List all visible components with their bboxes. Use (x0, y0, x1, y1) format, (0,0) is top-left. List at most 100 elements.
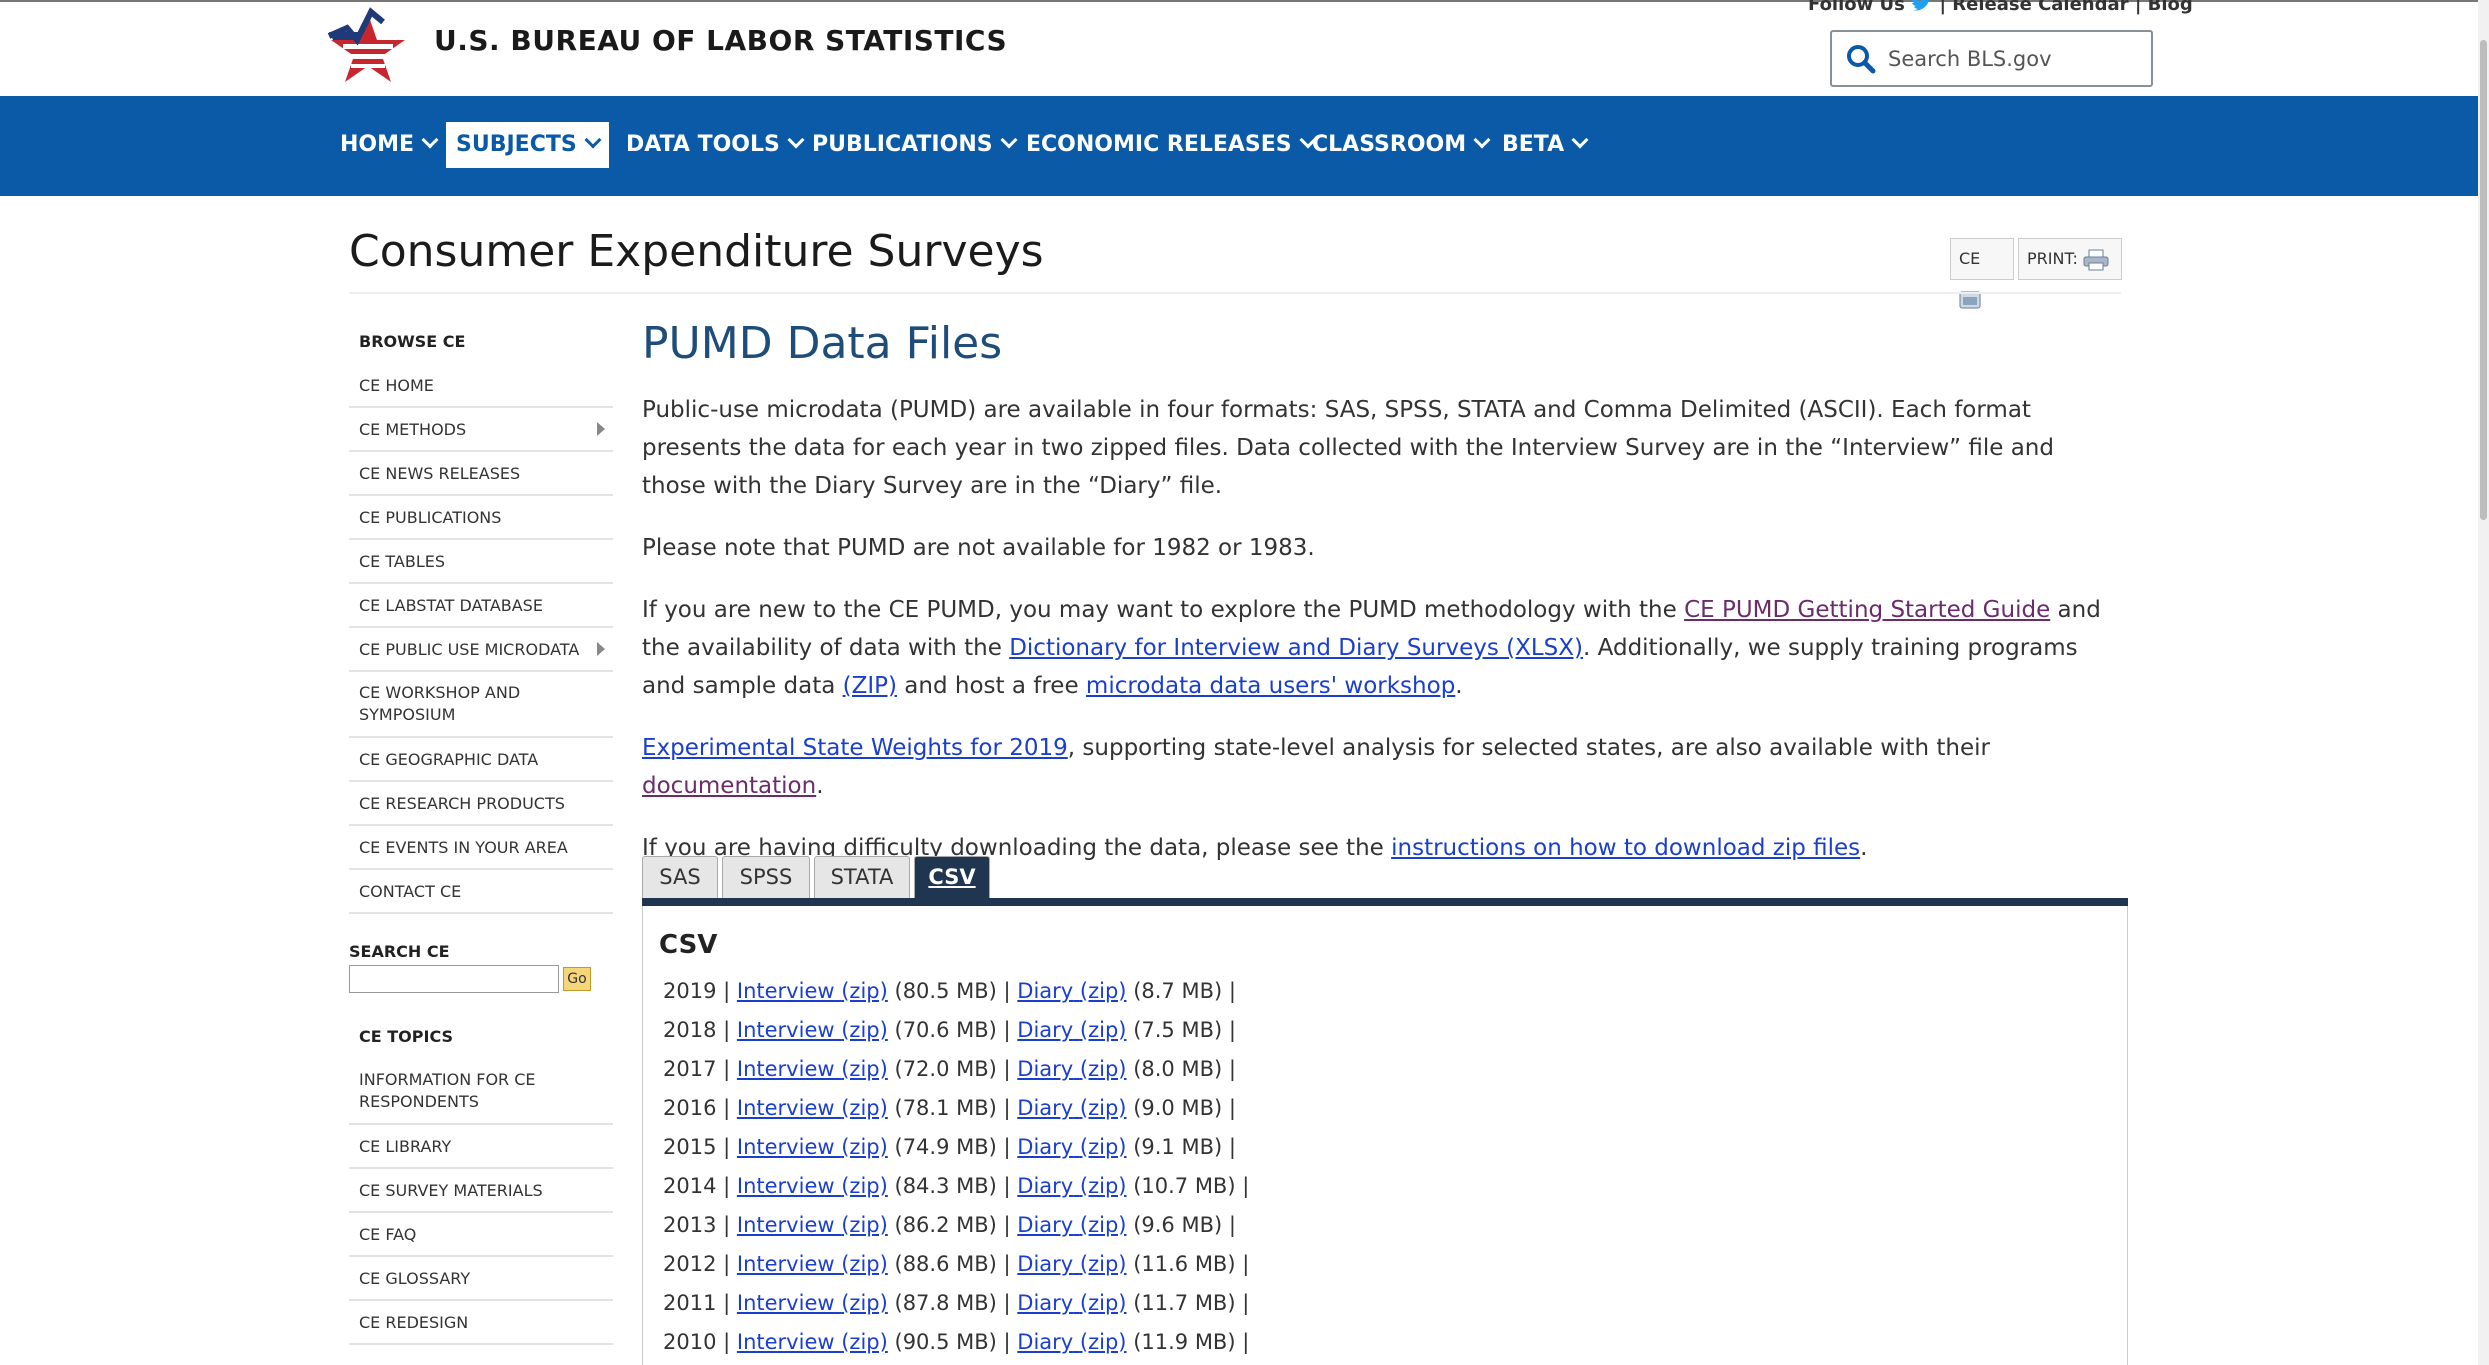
sidebar-item-label: CE HOME (359, 375, 434, 395)
nav-home[interactable]: HOME (330, 122, 446, 168)
tab-stata[interactable]: STATA (814, 856, 910, 898)
link-text: (zip) (841, 979, 888, 1003)
sidebar-item-ce-publications[interactable]: CE PUBLICATIONS (349, 496, 613, 540)
nav-classroom[interactable]: CLASSROOM (1302, 122, 1498, 168)
sidebar-item-ce-events[interactable]: CE EVENTS IN YOUR AREA (349, 826, 613, 870)
diary-zip-link[interactable]: Diary (zip) (1017, 1057, 1126, 1081)
search-input[interactable] (1888, 42, 2138, 76)
download-row: 2011 | Interview (zip) (87.8 MB) | Diary… (663, 1291, 1250, 1315)
link-text: Diary (1017, 1330, 1074, 1354)
sidebar-item-ce-methods[interactable]: CE METHODS (349, 408, 613, 452)
site-search[interactable] (1830, 30, 2153, 87)
interview-zip-link[interactable]: Interview (zip) (737, 1057, 888, 1081)
dictionary-link[interactable]: Dictionary for Interview and Diary Surve… (1009, 635, 1583, 661)
sidebar-item-ce-labstat[interactable]: CE LABSTAT DATABASE (349, 584, 613, 628)
sidebar-item-ce-public-use-microdata[interactable]: CE PUBLIC USE MICRODATA (349, 628, 613, 672)
nav-publications[interactable]: PUBLICATIONS (802, 122, 1025, 168)
interview-zip-link[interactable]: Interview (zip) (737, 1330, 888, 1354)
title-divider (349, 292, 2121, 294)
search-ce-go-button[interactable]: Go (563, 967, 591, 991)
sidebar-item-ce-library[interactable]: CE LIBRARY (349, 1125, 613, 1169)
pumd-heading: PUMD Data Files (642, 318, 1003, 369)
scrollbar-thumb[interactable] (2480, 40, 2487, 520)
page-scrollbar[interactable] (2478, 0, 2489, 1365)
nav-beta[interactable]: BETA (1492, 122, 1596, 168)
interview-zip-link[interactable]: Interview (zip) (737, 1135, 888, 1159)
sidebar-item-ce-home[interactable]: CE HOME (349, 364, 613, 408)
release-calendar-link[interactable]: Release Calendar (1952, 0, 2128, 15)
sidebar-item-ce-news-releases[interactable]: CE NEWS RELEASES (349, 452, 613, 496)
nav-economic-releases[interactable]: ECONOMIC RELEASES (1016, 122, 1324, 168)
sidebar-item-info-respondents[interactable]: INFORMATION FOR CE RESPONDENTS (349, 1059, 613, 1125)
nav-label: SUBJECTS (456, 132, 577, 157)
interview-zip-link[interactable]: Interview (zip) (737, 1174, 888, 1198)
nav-data-tools[interactable]: DATA TOOLS (616, 122, 812, 168)
interview-zip-link[interactable]: Interview (zip) (737, 979, 888, 1003)
follow-us-link[interactable]: Follow Us (1808, 0, 1905, 15)
diary-zip-link[interactable]: Diary (zip) (1017, 1018, 1126, 1042)
interview-size: (90.5 MB) (894, 1330, 997, 1354)
sidebar-item-ce-research-products[interactable]: CE RESEARCH PRODUCTS (349, 782, 613, 826)
print-button[interactable]: PRINT: (2018, 238, 2122, 280)
browse-ce-heading: BROWSE CE (359, 332, 466, 351)
diary-size: (11.7 MB) (1133, 1291, 1236, 1315)
diary-zip-link[interactable]: Diary (zip) (1017, 1174, 1126, 1198)
nav-label: CLASSROOM (1312, 132, 1467, 157)
search-ce-input[interactable] (349, 965, 559, 993)
printer-icon (2083, 249, 2109, 270)
twitter-icon[interactable] (1911, 0, 1933, 14)
sidebar-item-label: CE FAQ (359, 1224, 417, 1244)
link-text: Diary (1017, 1252, 1074, 1276)
link-text: (zip) (841, 1174, 888, 1198)
diary-zip-link[interactable]: Diary (zip) (1017, 1096, 1126, 1120)
getting-started-guide-link[interactable]: CE PUMD Getting Started Guide (1684, 597, 2050, 623)
link-text: (zip) (1079, 1018, 1127, 1042)
sidebar-item-ce-glossary[interactable]: CE GLOSSARY (349, 1257, 613, 1301)
download-row: 2015 | Interview (zip) (74.9 MB) | Diary… (663, 1135, 1236, 1159)
diary-zip-link[interactable]: Diary (zip) (1017, 1252, 1126, 1276)
state-weights-link[interactable]: Experimental State Weights for 2019 (642, 735, 1068, 761)
tab-csv[interactable]: CSV (914, 856, 990, 898)
link-text: Interview (736, 1135, 835, 1159)
download-row: 2013 | Interview (zip) (86.2 MB) | Diary… (663, 1213, 1236, 1237)
site-header: U.S. BUREAU OF LABOR STATISTICS Follow U… (0, 0, 2478, 96)
link-text: (zip) (1079, 1252, 1127, 1276)
tab-sas[interactable]: SAS (642, 856, 718, 898)
ce-rss-button[interactable]: CE (1950, 238, 2014, 308)
diary-zip-link[interactable]: Diary (zip) (1017, 1135, 1126, 1159)
interview-zip-link[interactable]: Interview (zip) (737, 1018, 888, 1042)
site-title[interactable]: U.S. BUREAU OF LABOR STATISTICS (434, 24, 1007, 57)
sidebar-item-label: CE PUBLIC USE MICRODATA (359, 639, 580, 659)
sidebar-item-contact-ce[interactable]: CONTACT CE (349, 870, 613, 914)
link-text: (zip) (1079, 1213, 1127, 1237)
diary-zip-link[interactable]: Diary (zip) (1017, 1330, 1126, 1354)
tab-spss[interactable]: SPSS (722, 856, 810, 898)
sidebar-item-label: CE LABSTAT DATABASE (359, 595, 543, 615)
sidebar-item-ce-survey-materials[interactable]: CE SURVEY MATERIALS (349, 1169, 613, 1213)
interview-zip-link[interactable]: Interview (zip) (737, 1252, 888, 1276)
sample-data-zip-link[interactable]: (ZIP) (843, 673, 897, 699)
nav-subjects[interactable]: SUBJECTS (446, 122, 609, 168)
bls-logo-icon[interactable] (325, 6, 411, 88)
search-icon[interactable] (1846, 44, 1876, 74)
sidebar-item-ce-geographic-data[interactable]: CE GEOGRAPHIC DATA (349, 738, 613, 782)
sidebar-item-ce-faq[interactable]: CE FAQ (349, 1213, 613, 1257)
blog-link[interactable]: Blog (2148, 0, 2193, 15)
diary-zip-link[interactable]: Diary (zip) (1017, 979, 1126, 1003)
interview-zip-link[interactable]: Interview (zip) (737, 1096, 888, 1120)
nav-label: BETA (1502, 132, 1565, 157)
interview-zip-link[interactable]: Interview (zip) (737, 1213, 888, 1237)
search-ce-form: Go (349, 965, 613, 995)
interview-size: (87.8 MB) (894, 1291, 997, 1315)
sidebar-item-ce-tables[interactable]: CE TABLES (349, 540, 613, 584)
sidebar-item-ce-redesign[interactable]: CE REDESIGN (349, 1301, 613, 1345)
diary-zip-link[interactable]: Diary (zip) (1017, 1213, 1126, 1237)
interview-size: (86.2 MB) (894, 1213, 997, 1237)
interview-zip-link[interactable]: Interview (zip) (737, 1291, 888, 1315)
documentation-link[interactable]: documentation (642, 773, 816, 799)
interview-size: (84.3 MB) (894, 1174, 997, 1198)
sidebar-item-ce-workshop[interactable]: CE WORKSHOP AND SYMPOSIUM (349, 672, 613, 738)
download-instructions-link[interactable]: instructions on how to download zip file… (1391, 835, 1860, 861)
workshop-link[interactable]: microdata data users' workshop (1086, 673, 1455, 699)
diary-zip-link[interactable]: Diary (zip) (1017, 1291, 1126, 1315)
